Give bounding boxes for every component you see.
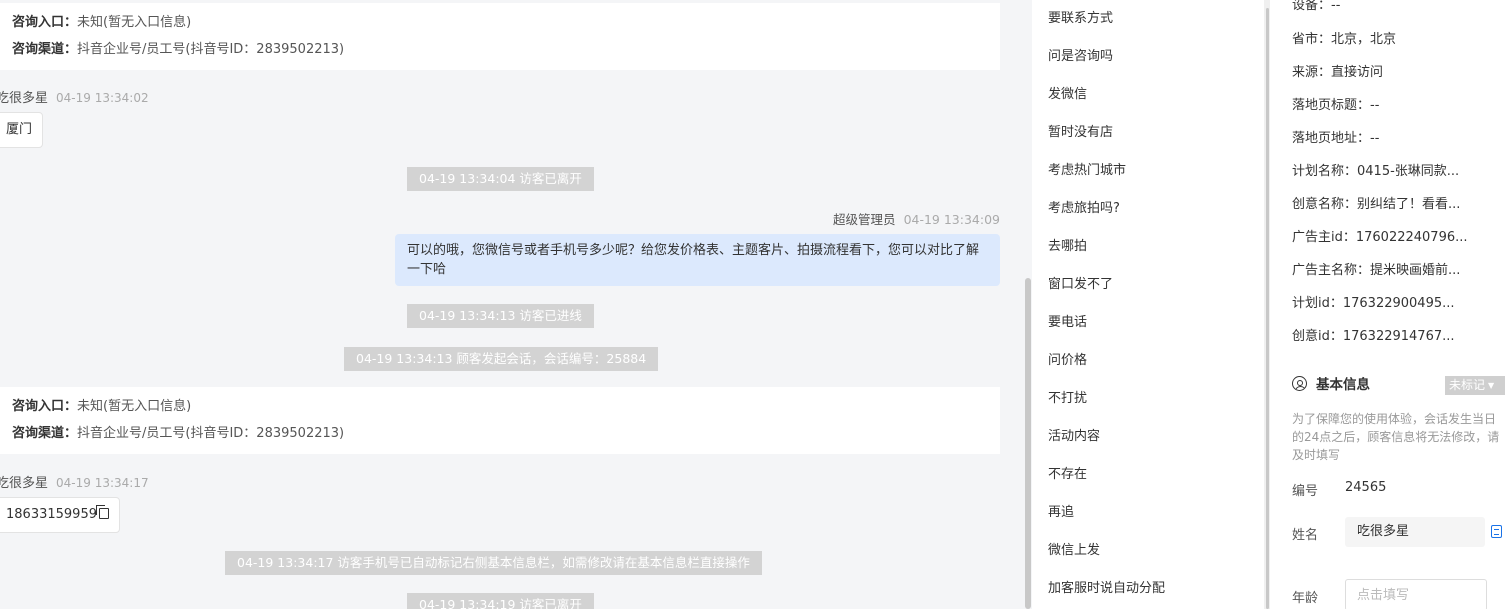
customer-info-panel: 设备：-- 省市：北京，北京 来源：直接访问 落地页标题：-- 落地页地址：--… xyxy=(1270,0,1505,609)
consult-entry-value: 未知(暂无入口信息) xyxy=(77,15,192,30)
plan-id-info: 计划id：176322900495... xyxy=(1292,296,1455,311)
quick-reply-item[interactable]: 活动内容 xyxy=(1048,425,1100,444)
tag-dropdown[interactable]: 未标记 ▼ xyxy=(1445,376,1505,395)
consult-entry-label: 咨询入口： xyxy=(12,15,78,30)
name-value: 吃很多星 xyxy=(1357,524,1410,539)
consult-channel-label: 咨询渠道： xyxy=(12,42,78,57)
visitor-message[interactable]: 18633159959 xyxy=(0,497,120,533)
landing-url-info: 落地页地址：-- xyxy=(1292,131,1380,146)
quick-reply-item[interactable]: 暂时没有店 xyxy=(1048,121,1113,140)
name-label: 姓名 xyxy=(1292,528,1319,543)
quick-reply-item[interactable]: 不存在 xyxy=(1048,463,1087,482)
quick-reply-item[interactable]: 去哪拍 xyxy=(1048,235,1087,254)
consult-channel-value: 抖音企业号/员工号(抖音号ID：2839502213) xyxy=(77,42,345,57)
visitor-meta: 吃很多星 04-19 13:34:02 xyxy=(0,87,149,106)
plan-name-info: 计划名称：0415-张琳同款... xyxy=(1292,164,1460,179)
chat-scrollbar-thumb[interactable] xyxy=(1025,278,1031,609)
quick-reply-item[interactable]: 问是咨询吗 xyxy=(1048,45,1113,64)
quick-reply-item[interactable]: 微信上发 xyxy=(1048,539,1100,558)
caret-down-icon: ▼ xyxy=(1488,381,1495,390)
visitor-name: 吃很多星 xyxy=(0,476,49,491)
quick-reply-item[interactable]: 要电话 xyxy=(1048,311,1087,330)
quick-reply-item[interactable]: 发微信 xyxy=(1048,83,1087,102)
consult-info-card: 咨询入口：未知(暂无入口信息) 咨询渠道：抖音企业号/员工号(抖音号ID：283… xyxy=(0,387,1000,454)
consult-channel-label: 咨询渠道： xyxy=(12,426,78,441)
consult-entry-row: 咨询入口：未知(暂无入口信息) xyxy=(12,13,1000,40)
consult-channel-row: 咨询渠道：抖音企业号/员工号(抖音号ID：2839502213) xyxy=(12,424,1000,451)
panel-scrollbar-thumb[interactable] xyxy=(1266,8,1269,609)
edit-notice: 为了保障您的使用体验，会话发生当日的24点之后，顾客信息将无法修改，请及时填写 xyxy=(1292,412,1500,462)
quick-reply-item[interactable]: 加客服时说自动分配 xyxy=(1048,577,1165,596)
quick-reply-item[interactable]: 再追 xyxy=(1048,501,1074,520)
quick-reply-item[interactable]: 不打扰 xyxy=(1048,387,1087,406)
customer-no-label: 编号 xyxy=(1292,484,1319,499)
age-input[interactable] xyxy=(1345,579,1487,609)
consult-entry-value: 未知(暂无入口信息) xyxy=(77,399,192,414)
landing-title-info: 落地页标题：-- xyxy=(1292,98,1380,113)
quick-reply-item[interactable]: 要联系方式 xyxy=(1048,7,1113,26)
visitor-name: 吃很多星 xyxy=(0,91,49,106)
source-info: 来源：直接访问 xyxy=(1292,65,1384,80)
consult-entry-row: 咨询入口：未知(暂无入口信息) xyxy=(12,397,1000,424)
message-time: 04-19 13:34:02 xyxy=(56,91,149,105)
name-field[interactable]: 吃很多星 xyxy=(1345,517,1485,547)
system-notice: 04-19 13:34:13 访客已进线 xyxy=(407,304,594,328)
consult-entry-label: 咨询入口： xyxy=(12,399,78,414)
visitor-meta: 吃很多星 04-19 13:34:17 xyxy=(0,472,149,491)
visitor-message-text: 18633159959 xyxy=(6,507,97,522)
customer-no-value: 24565 xyxy=(1345,480,1387,495)
age-label: 年龄 xyxy=(1292,591,1319,606)
tag-label: 未标记 xyxy=(1449,378,1486,392)
consult-info-card: 咨询入口：未知(暂无入口信息) 咨询渠道：抖音企业号/员工号(抖音号ID：283… xyxy=(0,3,1000,70)
message-time: 04-19 13:34:09 xyxy=(903,212,1000,227)
quick-reply-item[interactable]: 窗口发不了 xyxy=(1048,273,1113,292)
consult-channel-value: 抖音企业号/员工号(抖音号ID：2839502213) xyxy=(77,426,345,441)
quick-replies-panel: 要联系方式 问是咨询吗 发微信 暂时没有店 考虑热门城市 考虑旅拍吗? 去哪拍 … xyxy=(1032,0,1264,609)
advertiser-id-info: 广告主id：176022240796... xyxy=(1292,230,1468,245)
user-icon xyxy=(1292,376,1307,391)
device-info: 设备：-- xyxy=(1292,0,1341,13)
agent-message-text: 可以的哦，您微信号或者手机号多少呢？给您发价格表、主题客片、拍摄流程看下，您可以… xyxy=(407,243,980,277)
quick-reply-item[interactable]: 考虑旅拍吗? xyxy=(1048,197,1120,216)
agent-meta: 超级管理员 04-19 13:34:09 xyxy=(833,209,1000,228)
province-info: 省市：北京，北京 xyxy=(1292,32,1397,47)
visitor-message-text: 厦门 xyxy=(6,122,33,137)
advertiser-name-info: 广告主名称：提米映画婚前... xyxy=(1292,263,1461,278)
agent-message[interactable]: 可以的哦，您微信号或者手机号多少呢？给您发价格表、主题客片、拍摄流程看下，您可以… xyxy=(395,234,1000,286)
basic-info-header: 基本信息 xyxy=(1292,374,1370,396)
copy-icon[interactable] xyxy=(95,505,109,519)
chat-panel: 咨询入口：未知(暂无入口信息) 咨询渠道：抖音企业号/员工号(抖音号ID：283… xyxy=(0,0,1020,609)
edit-icon[interactable] xyxy=(1491,525,1502,538)
quick-reply-item[interactable]: 考虑热门城市 xyxy=(1048,159,1126,178)
visitor-message[interactable]: 厦门 xyxy=(0,112,44,148)
creative-name-info: 创意名称：别纠结了！看看... xyxy=(1292,197,1461,212)
system-notice: 04-19 13:34:17 访客手机号已自动标记右侧基本信息栏，如需修改请在基… xyxy=(225,551,762,575)
agent-name: 超级管理员 xyxy=(833,212,896,227)
system-notice: 04-19 13:34:13 顾客发起会话，会话编号：25884 xyxy=(344,347,659,371)
basic-info-title: 基本信息 xyxy=(1316,377,1370,393)
creative-id-info: 创意id：176322914767... xyxy=(1292,329,1455,344)
system-notice: 04-19 13:34:19 访客已离开 xyxy=(407,593,594,609)
system-notice: 04-19 13:34:04 访客已离开 xyxy=(407,167,594,191)
consult-channel-row: 咨询渠道：抖音企业号/员工号(抖音号ID：2839502213) xyxy=(12,40,1000,67)
message-time: 04-19 13:34:17 xyxy=(56,476,149,490)
quick-reply-item[interactable]: 问价格 xyxy=(1048,349,1087,368)
